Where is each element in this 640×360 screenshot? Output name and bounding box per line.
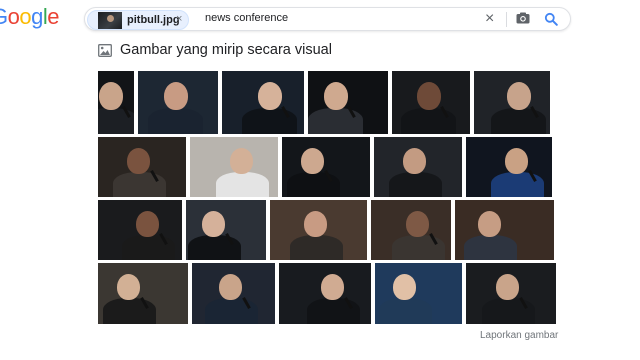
- logo-letter: o: [7, 4, 20, 29]
- person-head: [164, 82, 188, 110]
- image-thumbnail[interactable]: [98, 263, 188, 324]
- person-body: [392, 235, 445, 260]
- person-head: [301, 148, 324, 174]
- image-thumbnail[interactable]: [371, 200, 451, 260]
- person-head: [230, 148, 253, 174]
- image-thumbnail[interactable]: [98, 200, 182, 260]
- person-body: [148, 108, 203, 134]
- person-body: [491, 108, 546, 134]
- person-head: [478, 211, 501, 237]
- logo-letter: G: [0, 4, 8, 30]
- person-head: [324, 82, 348, 110]
- image-thumbnail[interactable]: [282, 137, 370, 197]
- person-head: [304, 211, 327, 237]
- logo-letter: g: [31, 4, 43, 29]
- person-body: [122, 235, 175, 260]
- person-head: [127, 148, 150, 174]
- logo-letter: o: [19, 4, 32, 29]
- google-logo[interactable]: Google: [0, 4, 60, 30]
- person-body: [242, 108, 297, 134]
- person-body: [482, 298, 535, 324]
- person-body: [103, 298, 156, 324]
- person-body: [389, 172, 442, 197]
- image-thumbnail[interactable]: [474, 71, 550, 134]
- person-head: [403, 148, 426, 174]
- person-body: [401, 108, 456, 134]
- search-input[interactable]: news conference: [205, 12, 288, 24]
- image-thumbnail[interactable]: [98, 71, 134, 134]
- image-thumbnail[interactable]: [222, 71, 304, 134]
- image-thumbnail[interactable]: [466, 137, 552, 197]
- person-head: [505, 148, 528, 174]
- image-row: [98, 71, 550, 134]
- person-head: [219, 274, 242, 300]
- chip-filename: pitbull.jpg: [127, 14, 180, 26]
- person-body: [113, 172, 166, 197]
- person-head: [406, 211, 429, 237]
- person-head: [202, 211, 225, 237]
- search-bar[interactable]: pitbull.jpg × news conference ×: [84, 7, 571, 31]
- image-thumbnail[interactable]: [279, 263, 371, 324]
- image-thumbnail[interactable]: [186, 200, 266, 260]
- person-head: [393, 274, 416, 300]
- camera-icon[interactable]: [516, 12, 530, 24]
- image-thumbnail[interactable]: [374, 137, 462, 197]
- image-thumbnail[interactable]: [138, 71, 218, 134]
- image-thumbnail[interactable]: [190, 137, 278, 197]
- person-body: [205, 298, 258, 324]
- section-header: Gambar yang mirip secara visual: [98, 42, 332, 58]
- person-body: [290, 235, 343, 260]
- person-body: [464, 235, 517, 260]
- person-body: [216, 172, 269, 197]
- person-head: [136, 211, 159, 237]
- logo-letter: e: [47, 4, 60, 29]
- person-body: [307, 298, 360, 324]
- person-head: [417, 82, 441, 110]
- person-head: [507, 82, 531, 110]
- person-body: [491, 172, 544, 197]
- person-body: [287, 172, 340, 197]
- person-head: [99, 82, 123, 110]
- image-thumbnail[interactable]: [98, 137, 186, 197]
- person-head: [496, 274, 519, 300]
- image-thumbnail[interactable]: [192, 263, 275, 324]
- image-thumbnail[interactable]: [375, 263, 462, 324]
- image-thumbnail[interactable]: [270, 200, 367, 260]
- person-head: [117, 274, 140, 300]
- clear-icon[interactable]: ×: [485, 9, 494, 29]
- report-images-link[interactable]: Laporkan gambar: [480, 330, 558, 341]
- image-thumbnail[interactable]: [392, 71, 470, 134]
- section-title: Gambar yang mirip secara visual: [120, 42, 332, 58]
- image-thumbnail[interactable]: [455, 200, 554, 260]
- image-thumbnail[interactable]: [308, 71, 388, 134]
- chip-thumbnail: [98, 12, 122, 29]
- person-body: [188, 235, 241, 260]
- image-row: [98, 137, 552, 197]
- image-icon: [98, 43, 112, 57]
- image-row: [98, 200, 554, 260]
- chip-close-icon[interactable]: ×: [176, 13, 182, 25]
- image-query-chip[interactable]: pitbull.jpg ×: [87, 10, 189, 30]
- person-body: [379, 298, 432, 324]
- image-thumbnail[interactable]: [466, 263, 556, 324]
- person-body: [308, 108, 363, 134]
- search-icon[interactable]: [544, 12, 558, 26]
- person-head: [321, 274, 344, 300]
- divider: [506, 12, 507, 27]
- person-head: [258, 82, 282, 110]
- image-row: [98, 263, 556, 324]
